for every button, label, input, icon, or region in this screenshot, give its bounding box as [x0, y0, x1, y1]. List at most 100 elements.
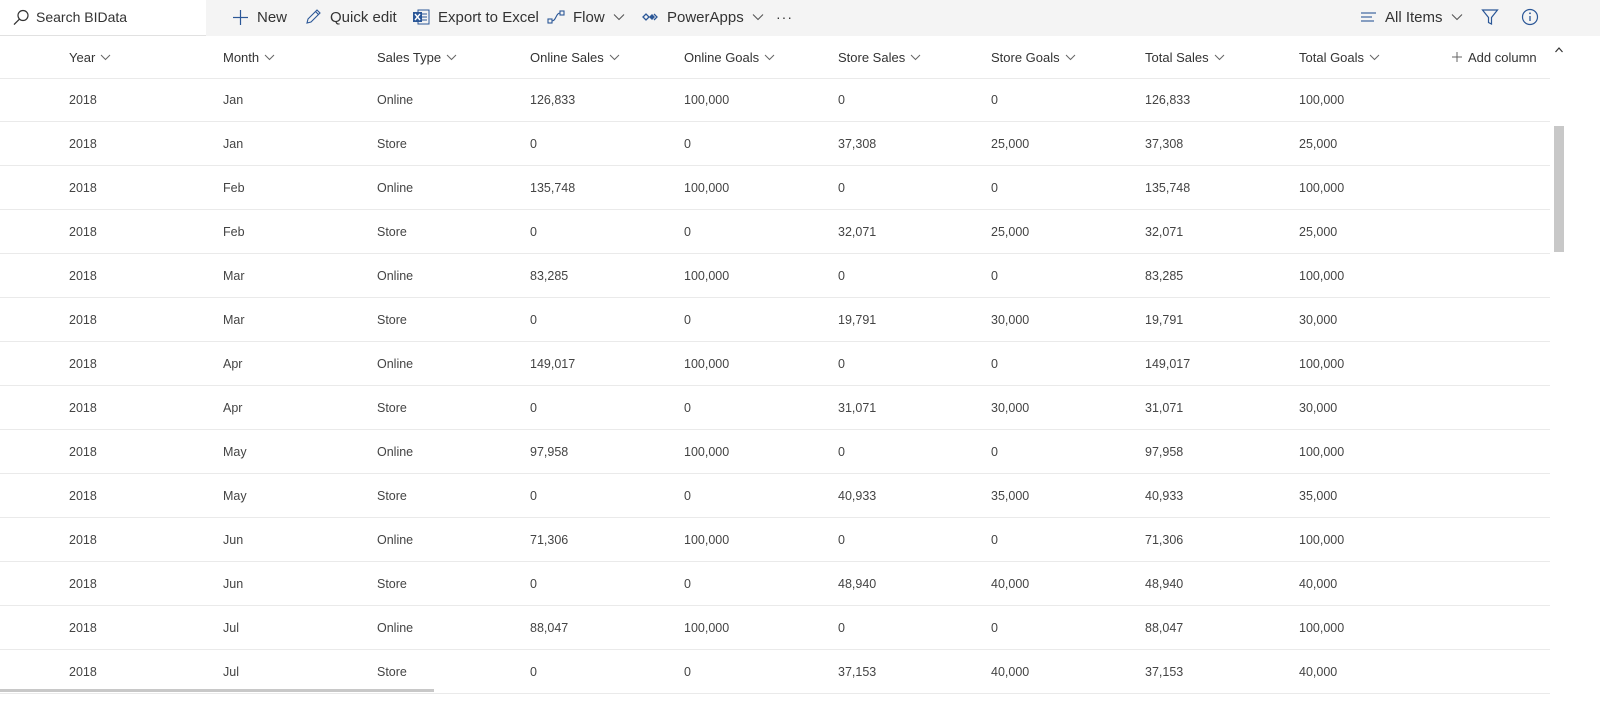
view-selector[interactable]: All Items — [1360, 0, 1463, 34]
cell-store-sales: 0 — [838, 532, 845, 547]
more-button[interactable]: ··· — [776, 0, 793, 34]
cell-sales-type: Store — [377, 136, 407, 151]
cell-year: 2018 — [69, 312, 97, 327]
table-row[interactable]: 2018 Jan Online 126,833 100,000 0 0 126,833 100,… — [0, 78, 1550, 122]
export-to-excel-button[interactable]: Export to Excel — [412, 0, 539, 34]
chevron-down-icon — [100, 54, 111, 61]
scroll-up-icon[interactable] — [1555, 40, 1563, 58]
column-header-online-goals[interactable]: Online Goals — [684, 36, 775, 78]
column-header-total-goals[interactable]: Total Goals — [1299, 36, 1380, 78]
cell-store-sales: 31,071 — [838, 400, 877, 415]
export-label: Export to Excel — [438, 8, 539, 26]
chevron-down-icon — [609, 54, 620, 61]
chevron-down-icon — [446, 54, 457, 61]
table-row[interactable]: 2018 Jun Online 71,306 100,000 0 0 71,306 100,00… — [0, 518, 1550, 562]
table-row[interactable]: 2018 Apr Store 0 0 31,071 30,000 31,071 30,000 — [0, 386, 1550, 430]
column-header-row: Year Month Sales Type Online Sales Onlin… — [0, 36, 1550, 79]
cell-online-sales: 97,958 — [530, 444, 569, 459]
info-icon[interactable] — [1519, 6, 1541, 28]
column-header-total-sales[interactable]: Total Sales — [1145, 36, 1225, 78]
chevron-down-icon — [752, 13, 764, 21]
table-row[interactable]: 2018 Apr Online 149,017 100,000 0 0 149,017 100,… — [0, 342, 1550, 386]
horizontal-scrollbar-thumb[interactable] — [0, 689, 434, 692]
cell-store-sales: 0 — [838, 268, 845, 283]
cell-online-goals: 0 — [684, 312, 691, 327]
cell-online-sales: 71,306 — [530, 532, 569, 547]
cell-total-goals: 40,000 — [1299, 664, 1338, 679]
column-header-store-goals[interactable]: Store Goals — [991, 36, 1076, 78]
cell-store-goals: 35,000 — [991, 488, 1030, 503]
table-row[interactable]: 2018 Feb Online 135,748 100,000 0 0 135,748 100,… — [0, 166, 1550, 210]
column-header-year[interactable]: Year — [69, 36, 111, 78]
chevron-down-icon — [613, 13, 625, 21]
cell-store-goals: 30,000 — [991, 400, 1030, 415]
cell-online-goals: 100,000 — [684, 180, 730, 195]
cell-store-goals: 0 — [991, 444, 998, 459]
cell-sales-type: Online — [377, 268, 414, 283]
chevron-down-icon — [1369, 54, 1380, 61]
cell-store-goals: 40,000 — [991, 576, 1030, 591]
flow-icon — [547, 8, 565, 26]
table-row[interactable]: 2018 Mar Store 0 0 19,791 30,000 19,791 30,000 — [0, 298, 1550, 342]
cell-online-sales: 0 — [530, 664, 537, 679]
cell-total-sales: 149,017 — [1145, 356, 1191, 371]
table-row[interactable]: 2018 Jul Online 88,047 100,000 0 0 88,047 100,00… — [0, 606, 1550, 650]
table-row[interactable]: 2018 Jul Store 0 0 37,153 40,000 37,153 40,000 — [0, 650, 1550, 694]
cell-store-goals: 30,000 — [991, 312, 1030, 327]
cell-year: 2018 — [69, 92, 97, 107]
column-header-store-sales[interactable]: Store Sales — [838, 36, 921, 78]
flow-button[interactable]: Flow — [547, 0, 625, 34]
new-button[interactable]: New — [232, 0, 287, 34]
table-row[interactable]: 2018 Jan Store 0 0 37,308 25,000 37,308 25,000 — [0, 122, 1550, 166]
chevron-down-icon — [264, 54, 275, 61]
cell-year: 2018 — [69, 224, 97, 239]
cell-online-goals: 100,000 — [684, 356, 730, 371]
cell-sales-type: Online — [377, 444, 414, 459]
quick-edit-button[interactable]: Quick edit — [304, 0, 397, 34]
table-row[interactable]: 2018 Mar Online 83,285 100,000 0 0 83,285 100,00… — [0, 254, 1550, 298]
table-row[interactable]: 2018 May Online 97,958 100,000 0 0 97,958 100,00… — [0, 430, 1550, 474]
column-header-month[interactable]: Month — [223, 36, 275, 78]
quick-edit-label: Quick edit — [330, 8, 397, 26]
search-box[interactable] — [0, 0, 206, 36]
cell-sales-type: Store — [377, 312, 407, 327]
cell-total-sales: 135,748 — [1145, 180, 1191, 195]
cell-store-goals: 0 — [991, 356, 998, 371]
scrollbar-thumb[interactable] — [1554, 126, 1564, 252]
cell-online-goals: 100,000 — [684, 620, 730, 635]
column-header-sales-type[interactable]: Sales Type — [377, 36, 457, 78]
cell-sales-type: Store — [377, 488, 407, 503]
column-header-label: Sales Type — [377, 49, 442, 65]
column-header-label: Month — [223, 49, 260, 65]
cell-month: May — [223, 488, 247, 503]
table-row[interactable]: 2018 May Store 0 0 40,933 35,000 40,933 35,000 — [0, 474, 1550, 518]
cell-store-sales: 0 — [838, 92, 845, 107]
cell-total-goals: 30,000 — [1299, 400, 1338, 415]
cell-year: 2018 — [69, 356, 97, 371]
cell-total-sales: 37,153 — [1145, 664, 1184, 679]
powerapps-label: PowerApps — [667, 8, 744, 26]
powerapps-button[interactable]: PowerApps — [641, 0, 764, 34]
table-row[interactable]: 2018 Feb Store 0 0 32,071 25,000 32,071 25,000 — [0, 210, 1550, 254]
more-icon: ··· — [776, 9, 793, 25]
cell-month: Apr — [223, 356, 243, 371]
cell-total-sales: 19,791 — [1145, 312, 1184, 327]
cell-sales-type: Store — [377, 224, 407, 239]
add-column-button[interactable]: Add column — [1452, 36, 1537, 78]
cell-total-sales: 31,071 — [1145, 400, 1184, 415]
cell-sales-type: Online — [377, 620, 414, 635]
cell-total-sales: 37,308 — [1145, 136, 1184, 151]
cell-sales-type: Online — [377, 92, 414, 107]
chevron-down-icon — [1065, 54, 1076, 61]
search-input[interactable] — [36, 6, 196, 28]
column-header-label: Online Sales — [530, 49, 604, 65]
cell-month: Mar — [223, 268, 245, 283]
table-row[interactable]: 2018 Jun Store 0 0 48,940 40,000 48,940 40,000 — [0, 562, 1550, 606]
column-header-online-sales[interactable]: Online Sales — [530, 36, 620, 78]
chevron-down-icon — [764, 54, 775, 61]
vertical-scrollbar[interactable] — [1550, 36, 1568, 706]
cell-total-sales: 88,047 — [1145, 620, 1184, 635]
filter-icon[interactable] — [1479, 6, 1501, 28]
cell-store-goals: 0 — [991, 180, 998, 195]
cell-online-sales: 149,017 — [530, 356, 576, 371]
